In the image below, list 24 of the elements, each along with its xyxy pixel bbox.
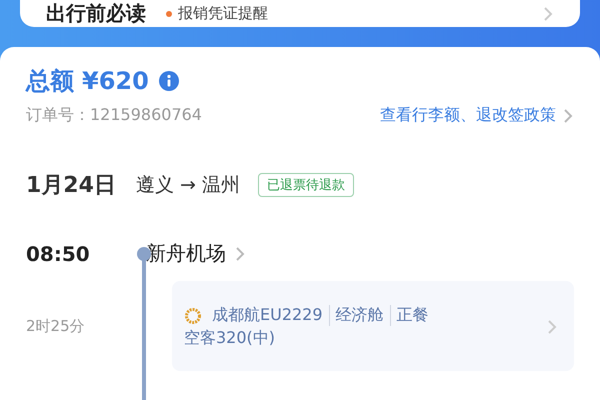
flight-info-card[interactable]: 成都航EU2229 经济舱 正餐 空客320(中) [172,281,574,371]
total-amount: ¥620 [82,67,149,95]
info-icon[interactable] [158,71,179,91]
flight-tag: 正餐 [390,305,435,326]
flight-tag: 成都航EU2229 [206,305,329,326]
aircraft-type: 空客320(中) [184,328,276,349]
airline-logo-icon [184,306,202,324]
chevron-right-icon [542,4,554,22]
notice-title: 出行前必读 [46,0,146,27]
total-label: 总额 [26,66,74,97]
trip-date: 1月24日 [26,172,116,200]
flight-tag: 经济舱 [328,305,390,326]
chevron-right-icon [562,106,574,124]
policy-link[interactable]: 查看行李额、退改签政策 [380,105,556,126]
notice-card[interactable]: 出行前必读 报销凭证提醒 [20,0,580,27]
chevron-right-icon [546,318,558,336]
notice-item: 报销凭证提醒 [178,4,268,23]
refund-status[interactable]: 已退票待退款 [258,173,354,197]
bullet-icon [166,10,172,16]
departure-time: 08:50 [26,242,91,266]
flight-duration: 2时25分 [26,317,86,336]
chevron-right-icon [234,244,246,262]
order-number: 订单号：12159860764 [26,105,202,126]
trip-route: 遵义 → 温州 [136,173,240,198]
